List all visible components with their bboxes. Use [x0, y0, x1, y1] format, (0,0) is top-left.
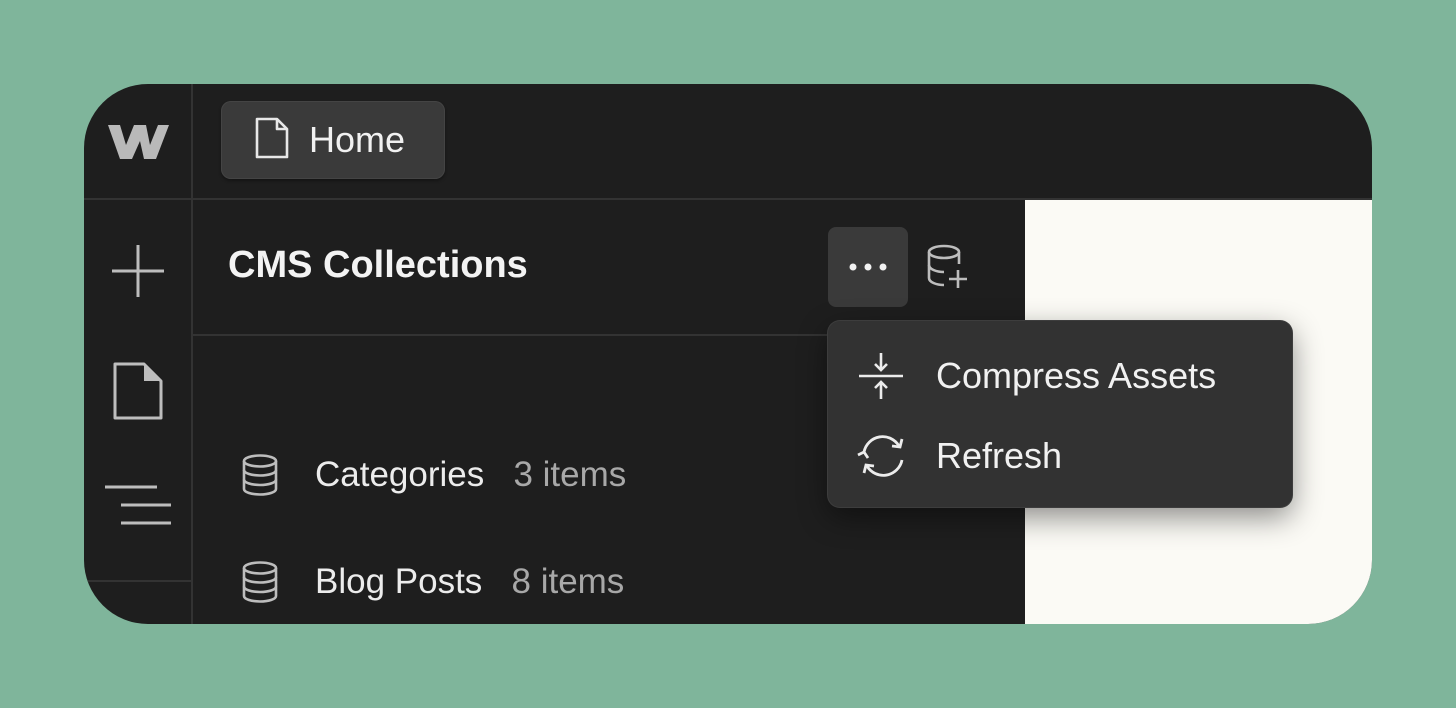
rail-divider: [84, 580, 191, 582]
database-icon: [241, 561, 279, 608]
options-menu: Compress Assets Refresh: [828, 321, 1292, 507]
collection-name: Blog Posts 8 items: [315, 562, 624, 602]
menu-item-label: Compress Assets: [936, 355, 1217, 396]
menu-item-compress-assets[interactable]: Compress Assets: [828, 335, 1292, 415]
webflow-logo[interactable]: [84, 84, 191, 200]
menu-item-label: Refresh: [936, 435, 1063, 476]
refresh-icon: [856, 431, 910, 486]
collection-name-text: Blog Posts: [315, 562, 483, 601]
collection-count: 8 items: [511, 562, 625, 601]
collection-count: 3 items: [513, 455, 627, 494]
left-rail: [84, 84, 193, 624]
collection-row[interactable]: Blog Posts 8 items: [193, 537, 1025, 624]
webflow-logo-icon: [107, 125, 169, 159]
pages-button[interactable]: [84, 346, 191, 436]
more-options-button[interactable]: [828, 227, 908, 307]
database-icon: [241, 454, 279, 501]
top-bar: Home: [193, 84, 1372, 200]
tab-home-label: Home: [309, 119, 406, 160]
plus-icon: [111, 245, 164, 297]
add-collection-button[interactable]: [923, 242, 973, 292]
collection-name-text: Categories: [315, 455, 485, 494]
navigator-button[interactable]: [84, 460, 191, 550]
collection-name: Categories 3 items: [315, 455, 626, 495]
panel-header: CMS Collections: [193, 200, 1025, 336]
page-icon: [113, 362, 162, 420]
add-button[interactable]: [84, 226, 191, 316]
menu-item-refresh[interactable]: Refresh: [828, 415, 1292, 495]
compress-icon: [856, 351, 906, 406]
tab-home[interactable]: Home: [221, 101, 445, 179]
panel-title: CMS Collections: [228, 244, 528, 286]
database-plus-icon: [927, 244, 967, 288]
navigator-icon: [104, 485, 171, 525]
page-icon: [255, 117, 289, 164]
ellipsis-icon: [849, 263, 887, 271]
